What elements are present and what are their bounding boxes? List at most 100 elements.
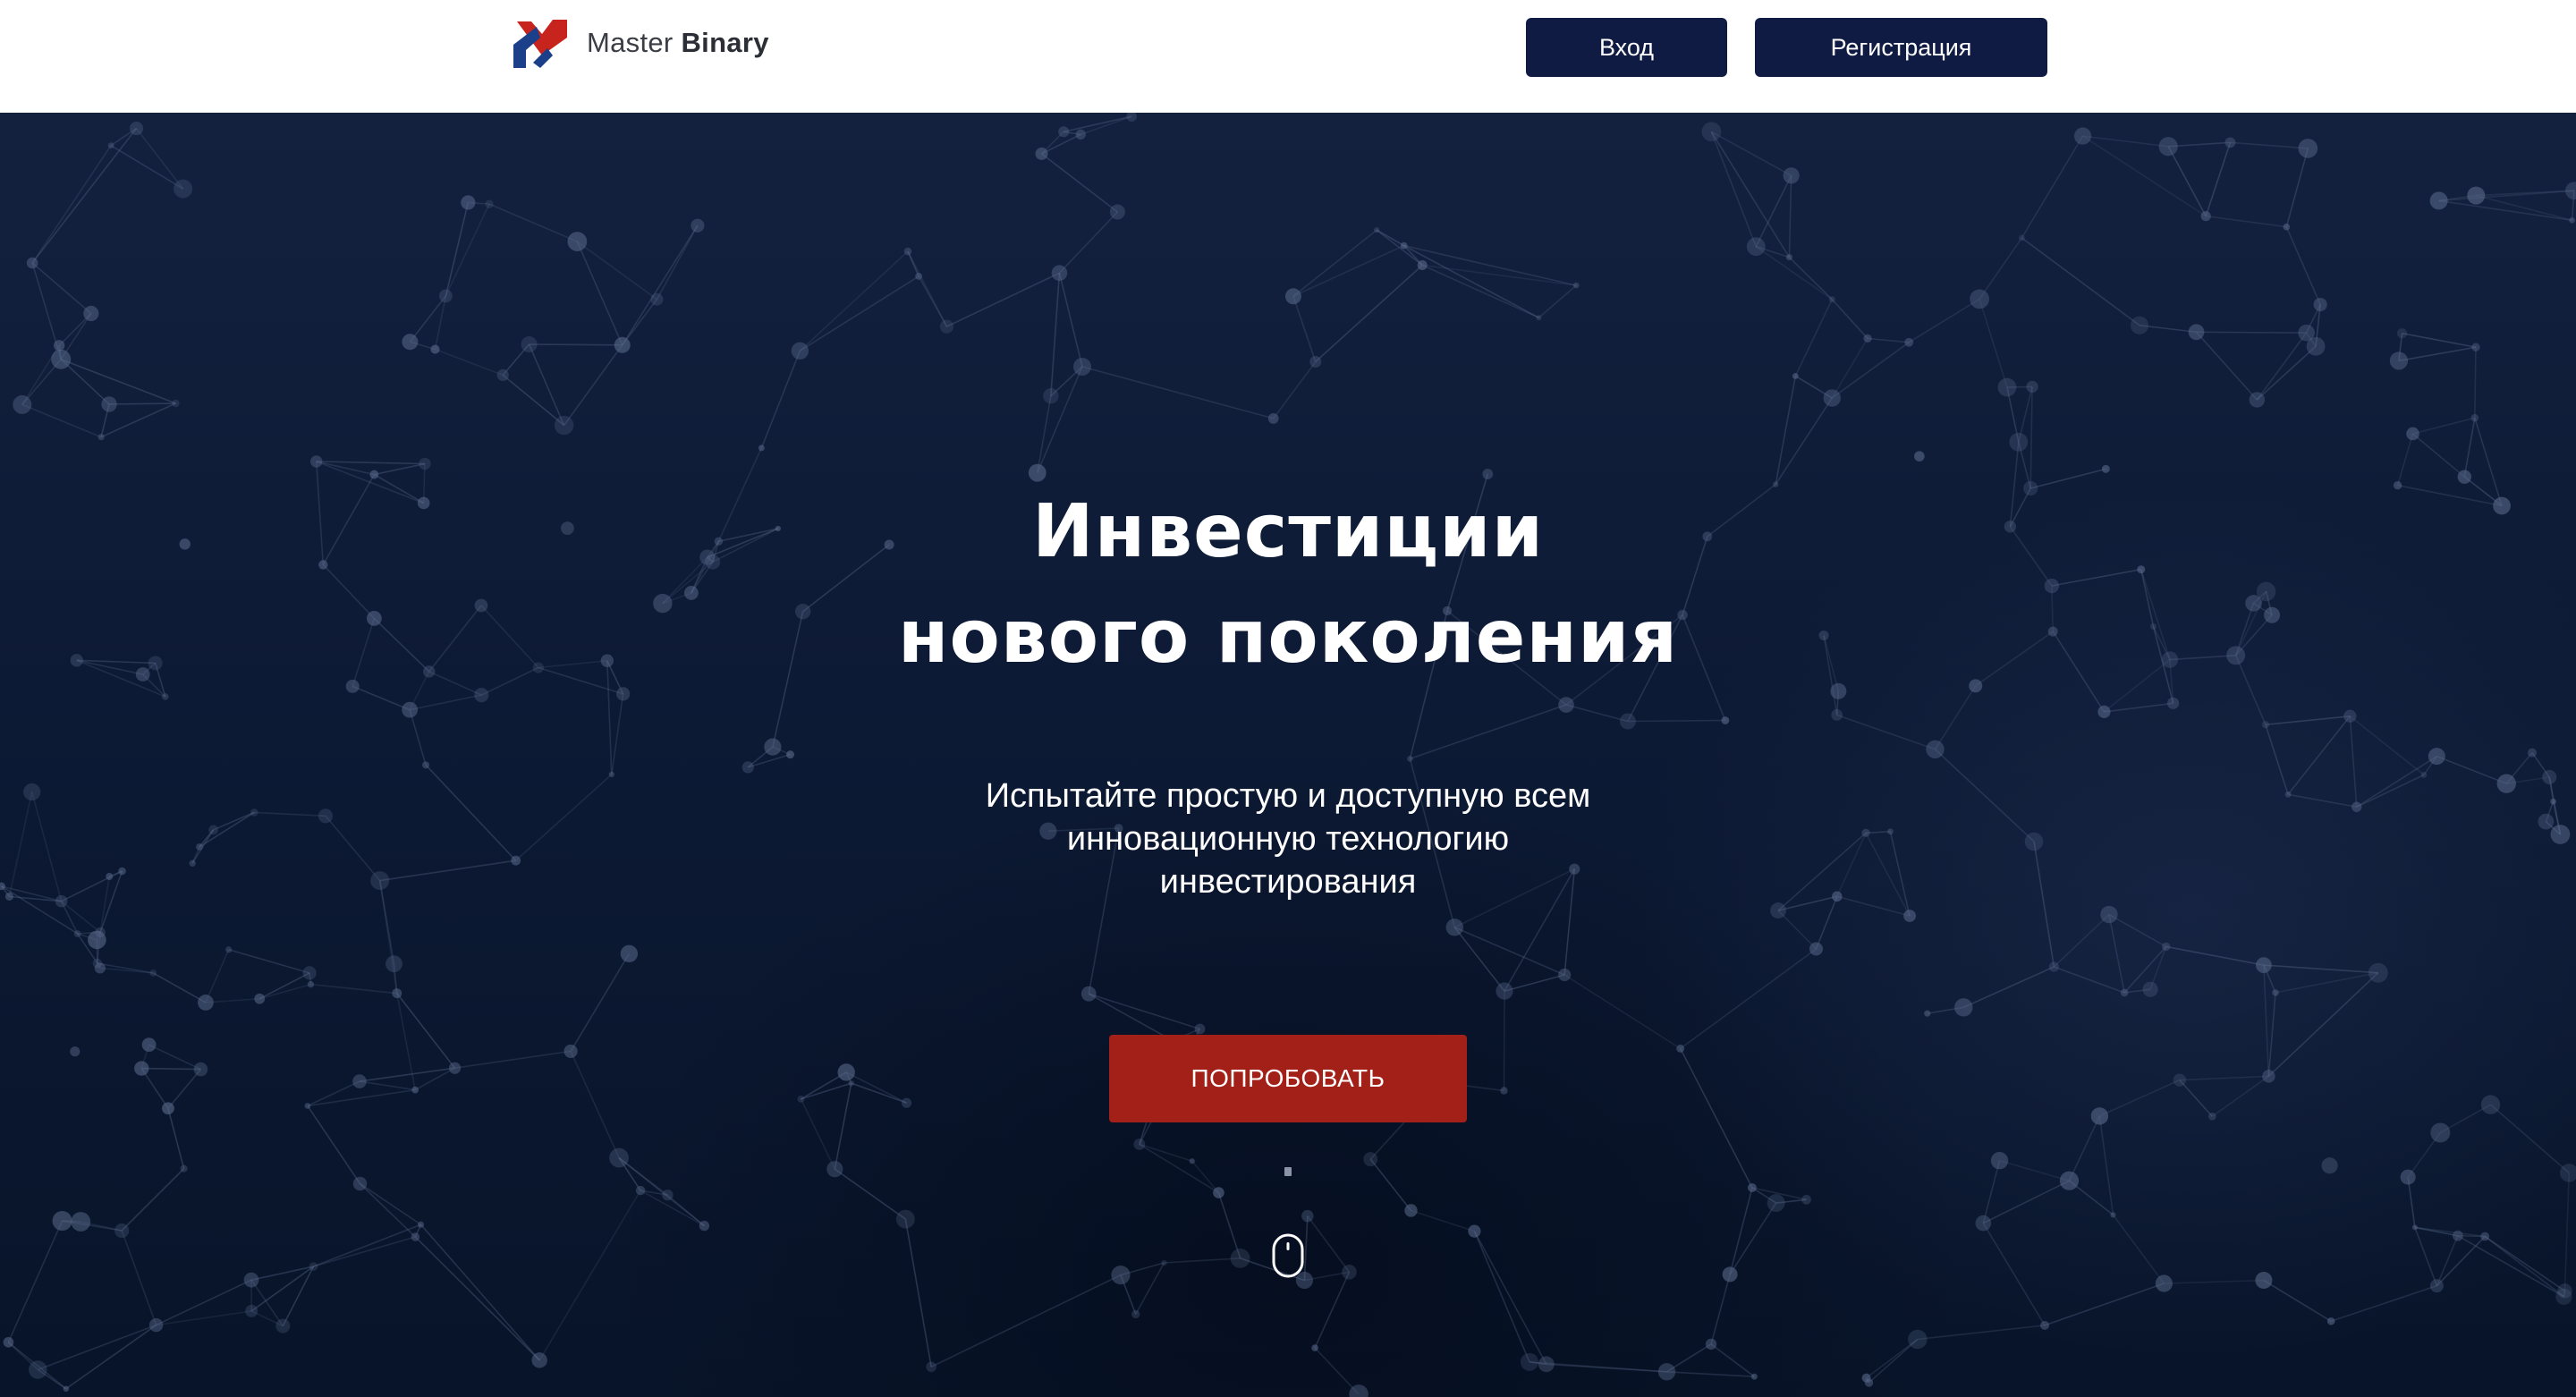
network-node (275, 1318, 291, 1334)
network-line (31, 128, 138, 264)
network-line (1315, 264, 1423, 363)
network-line (360, 1182, 421, 1225)
network-lines (1, 115, 2575, 1395)
network-line (1369, 1158, 1412, 1211)
network-node (1997, 377, 2017, 397)
network-line (31, 262, 92, 315)
hero-section: Инвестиции нового поколения Испытайте пр… (0, 113, 2576, 1397)
network-node (1058, 126, 1070, 138)
network-node (402, 334, 419, 351)
network-node (352, 1176, 368, 1191)
network-line (2414, 1226, 2486, 1238)
network-node (134, 1061, 149, 1076)
network-node (1194, 1023, 1206, 1035)
network-line (60, 359, 110, 405)
network-node (2155, 1274, 2173, 1292)
network-line (2263, 965, 2270, 1077)
network-line (904, 1218, 932, 1367)
network-node (1267, 413, 1279, 424)
network-node (1558, 697, 1574, 713)
network-node (411, 1086, 419, 1094)
network-node (1075, 129, 1086, 140)
network-node (307, 980, 315, 988)
network-line (1453, 927, 1565, 976)
network-node (243, 1272, 259, 1288)
network-node (419, 457, 431, 470)
network-line (1314, 1271, 1351, 1349)
network-node (1417, 259, 1428, 270)
network-line (1088, 993, 1174, 1042)
network-line (1410, 704, 1567, 760)
mouse-scroll-icon[interactable] (1271, 1232, 1305, 1279)
network-line (1680, 948, 1817, 1050)
network-node (741, 761, 754, 774)
network-node (352, 1074, 367, 1088)
network-node (1536, 315, 1542, 321)
network-line (1934, 685, 1977, 750)
network-node (2298, 139, 2318, 158)
network-node (1161, 1259, 1167, 1266)
network-node (95, 927, 106, 938)
network-line (1164, 1257, 1241, 1264)
network-line (228, 949, 310, 974)
network-line (409, 694, 482, 711)
network-line (1710, 131, 1791, 258)
network-line (1867, 337, 1910, 343)
network-line (845, 1071, 907, 1104)
network-line (2436, 1235, 2459, 1286)
network-line (2098, 1115, 2114, 1215)
network-node (1538, 1356, 1555, 1373)
network-line (2457, 1234, 2564, 1298)
network-line (1538, 284, 1577, 318)
network-node (2471, 343, 2480, 351)
network-line (21, 403, 102, 438)
network-node (1482, 469, 1494, 479)
network-node (1496, 982, 1513, 1000)
network-node (1072, 357, 1091, 376)
network-line (2256, 332, 2308, 401)
network-node (2452, 1230, 2463, 1241)
network-node (2166, 697, 2180, 709)
network-line (618, 1156, 705, 1227)
network-node (1767, 1194, 1785, 1213)
network-node (485, 199, 494, 208)
network-node (2429, 191, 2448, 210)
logo[interactable]: Master Binary (513, 16, 769, 70)
network-node (2400, 1169, 2416, 1185)
network-node (2430, 1122, 2451, 1143)
hero-title-line-2: нового поколения (897, 595, 1679, 680)
network-node (73, 930, 81, 937)
network-node (1954, 998, 1973, 1017)
network-line (1473, 1231, 1530, 1363)
network-node (2321, 1157, 2338, 1174)
network-line (454, 1050, 572, 1070)
network-node (2142, 981, 2158, 997)
network-line (2285, 148, 2309, 227)
network-node (1407, 755, 1413, 762)
login-button[interactable]: Вход (1526, 18, 1727, 77)
register-button[interactable]: Регистрация (1755, 18, 2047, 77)
network-line (1403, 244, 1539, 318)
network-node (2188, 324, 2205, 341)
network-line (121, 1168, 185, 1232)
network-line (258, 972, 310, 1000)
logo-text-bold: Binary (681, 27, 769, 58)
try-button[interactable]: ПОПРОБОВАТЬ (1109, 1035, 1467, 1122)
network-node (2207, 1112, 2216, 1121)
network-node (791, 342, 809, 360)
network-line (528, 343, 565, 426)
network-node (1903, 910, 1916, 922)
network-node (97, 434, 105, 441)
network-node (1374, 227, 1380, 233)
network-line (148, 1044, 201, 1071)
network-node (411, 1232, 420, 1241)
network-node (2326, 1317, 2335, 1325)
network-node (2026, 380, 2038, 394)
network-node (148, 1317, 164, 1333)
network-node (2565, 182, 2576, 200)
network-node (1676, 1044, 1685, 1053)
network-node (2396, 328, 2408, 339)
network-line (1217, 1192, 1241, 1259)
hero-title: Инвестиции нового поколения (0, 479, 2576, 690)
network-line (7, 1220, 64, 1343)
